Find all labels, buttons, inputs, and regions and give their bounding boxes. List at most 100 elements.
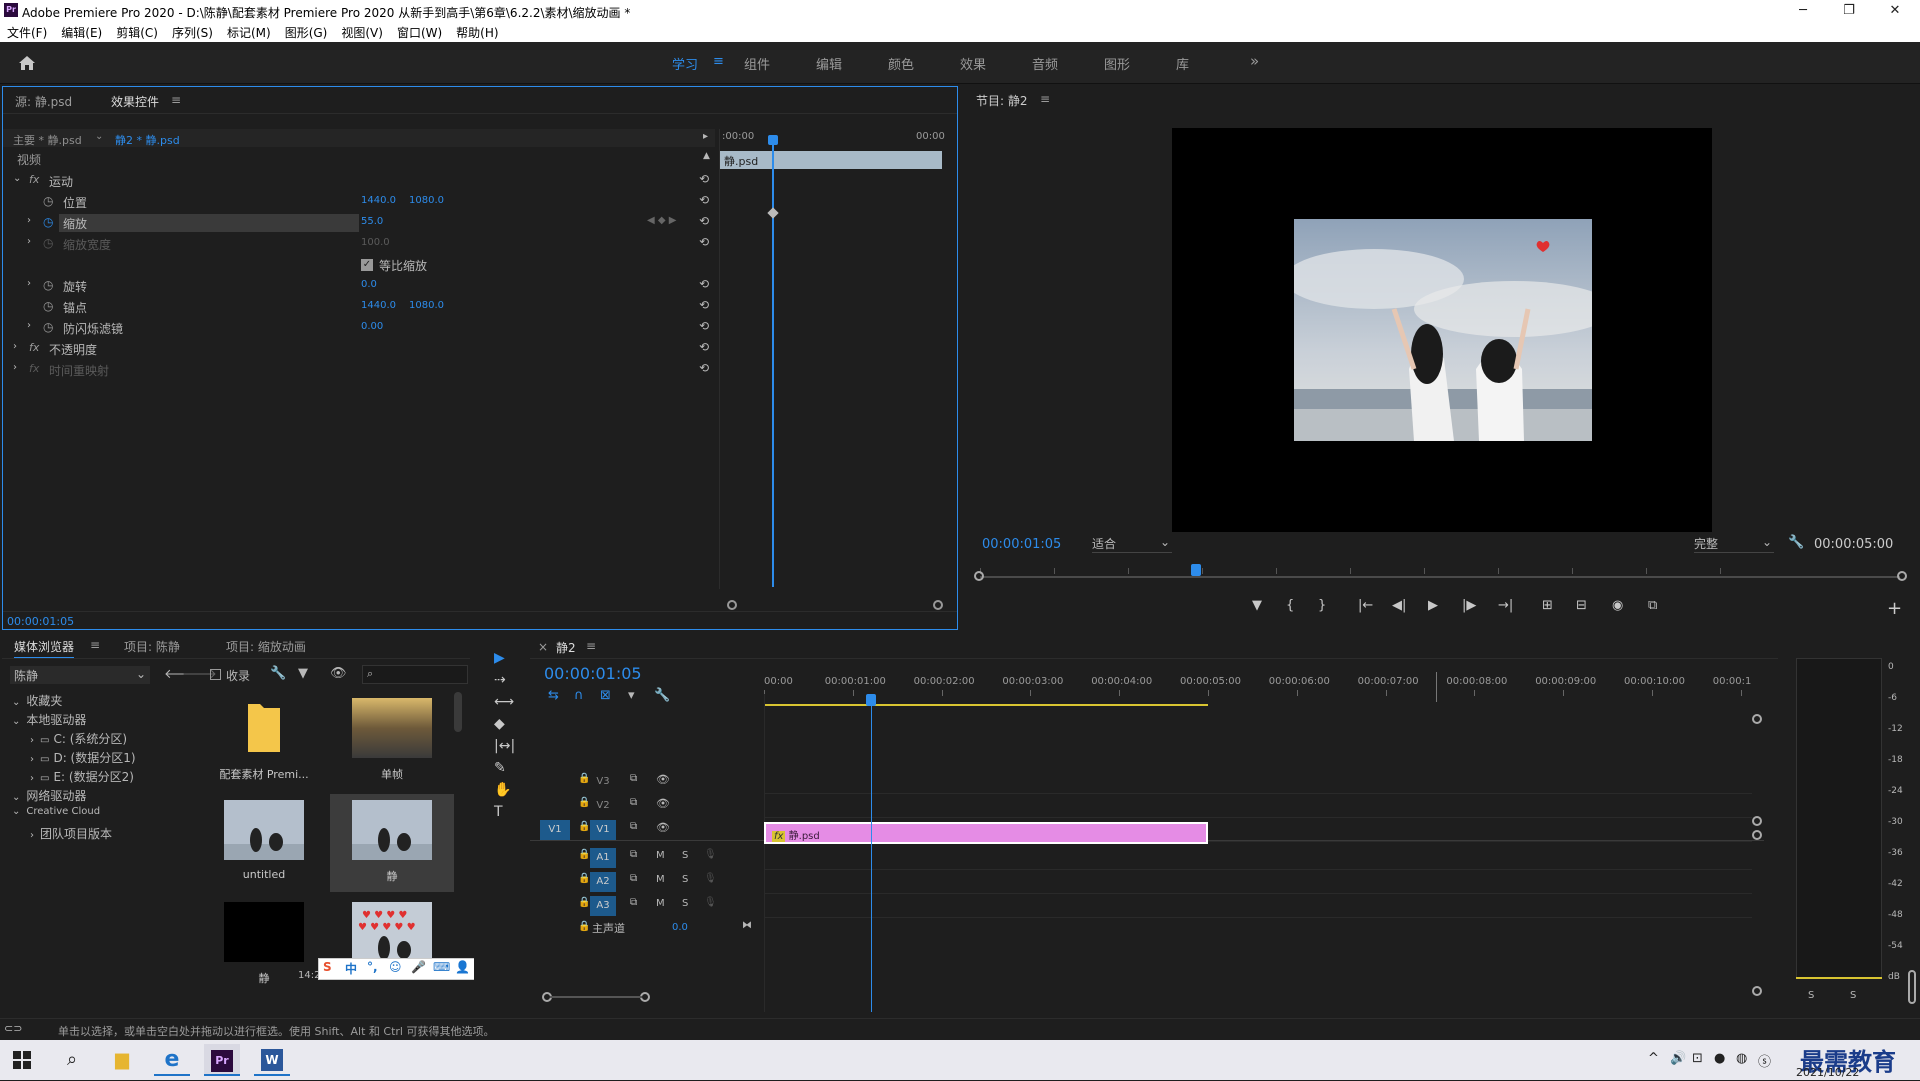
track-header-A2[interactable]: A2 — [590, 872, 616, 892]
menu-item-4[interactable]: 标记(M) — [220, 22, 278, 41]
ime-button-1[interactable]: 中 — [345, 960, 357, 977]
vscroll-handle[interactable] — [1752, 986, 1762, 996]
ingest-checkbox[interactable] — [210, 669, 221, 680]
source-patch-v1[interactable]: V1 — [540, 820, 570, 840]
master-end-icon[interactable]: ⧓ — [742, 920, 752, 931]
expand-arrow-icon[interactable]: ⌄ — [12, 716, 20, 727]
tool-6[interactable]: ✋ — [494, 782, 511, 798]
ime-button-0[interactable]: S — [323, 960, 332, 974]
tool-4[interactable]: |↔| — [494, 738, 515, 754]
meter-solo-right[interactable]: S — [1850, 990, 1856, 1001]
mic-icon[interactable]: 🎙 — [704, 873, 717, 884]
tool-7[interactable]: T — [494, 804, 503, 820]
nest-icon[interactable]: ⇆ — [548, 688, 559, 703]
transport-button-6[interactable]: |▶ — [1462, 598, 1476, 613]
transport-button-3[interactable]: |← — [1358, 598, 1373, 613]
expand-arrow-icon[interactable]: › — [30, 830, 34, 841]
tool-0[interactable]: ▶ — [494, 650, 505, 666]
sync-lock-icon[interactable]: ⧉ — [630, 773, 637, 784]
transport-button-8[interactable]: ⊞ — [1542, 598, 1553, 613]
stopwatch-icon[interactable]: ◷ — [43, 278, 53, 292]
video-frame[interactable] — [1172, 128, 1712, 532]
tree-item[interactable]: › ▭ D: (数据分区1) — [30, 749, 136, 766]
panel-menu-icon[interactable]: ≡ — [171, 93, 181, 107]
expand-arrow-icon[interactable]: ⌄ — [13, 173, 21, 184]
tray-icon-1[interactable]: 🔊 — [1670, 1051, 1686, 1066]
vscroll-handle[interactable] — [1752, 830, 1762, 840]
ime-button-4[interactable]: 🎤 — [411, 960, 426, 974]
solo-button[interactable]: S — [682, 898, 688, 909]
stopwatch-icon[interactable]: ◷ — [43, 215, 53, 229]
search-icon[interactable]: ⌕ — [54, 1044, 90, 1076]
expand-arrow-icon[interactable]: › — [27, 215, 31, 226]
timeline-clip[interactable]: fx 静.psd — [764, 822, 1208, 844]
filter-icon[interactable]: ▼ — [298, 666, 308, 681]
stopwatch-icon[interactable]: ◷ — [43, 299, 53, 313]
property-value-1[interactable]: 55.0 — [361, 216, 383, 227]
maximize-button[interactable]: ❐ — [1826, 0, 1872, 22]
effect-row[interactable]: ⌄ fx 运动 ⟲ — [3, 171, 715, 191]
timeline-timecode[interactable]: 00:00:01:05 — [544, 664, 642, 683]
property-value-2[interactable]: 1080.0 — [409, 300, 444, 311]
reset-icon[interactable]: ⟲ — [699, 277, 709, 291]
program-timecode[interactable]: 00:00:01:05 — [982, 537, 1061, 552]
timeline-playhead[interactable] — [870, 694, 872, 1012]
reset-icon[interactable]: ⟲ — [699, 172, 709, 186]
mic-icon[interactable]: 🎙 — [704, 897, 717, 908]
reset-icon[interactable]: ⟲ — [699, 319, 709, 333]
eye-icon[interactable]: 👁 — [330, 666, 347, 681]
search-input[interactable]: ⌕ — [362, 665, 468, 684]
effect-row[interactable]: › ◷ 缩放宽度 100.0 ⟲ — [3, 234, 715, 254]
expand-arrow-icon[interactable]: › — [30, 735, 34, 746]
timeline-playhead-handle[interactable] — [865, 694, 876, 706]
media-item[interactable]: 单帧 — [330, 692, 454, 790]
property-value-1[interactable]: 1440.0 — [361, 300, 396, 311]
tool-3[interactable]: ◆ — [494, 716, 505, 732]
expand-arrow-icon[interactable]: › — [30, 773, 34, 784]
workspace-tab-4[interactable]: 效果 — [960, 54, 986, 73]
tree-item[interactable]: ⌄ 网络驱动器 — [12, 787, 86, 804]
workspace-tab-6[interactable]: 图形 — [1104, 54, 1130, 73]
lock-icon[interactable]: 🔒 — [578, 873, 590, 884]
property-value-1[interactable]: 1440.0 — [361, 195, 396, 206]
scroll-up-icon[interactable]: ▲ — [703, 151, 710, 161]
meter-scrollbar[interactable] — [1908, 970, 1916, 1004]
premiere-taskbar-icon[interactable]: Pr — [204, 1044, 240, 1076]
program-scrubber[interactable] — [980, 576, 1900, 578]
tray-icon-5[interactable]: ⓢ — [1758, 1051, 1771, 1070]
effect-row[interactable]: ◷ 锚点 1440.0 1080.0 ⟲ — [3, 297, 715, 317]
add-marker-icon[interactable]: ▾ — [628, 688, 635, 703]
location-dropdown[interactable]: 陈静 ⌄ — [10, 666, 150, 684]
expand-arrow-icon[interactable]: › — [27, 320, 31, 331]
track-header-V3[interactable]: V3 — [590, 772, 616, 792]
transport-button-1[interactable]: { — [1286, 598, 1294, 613]
transport-button-4[interactable]: ◀| — [1392, 598, 1406, 613]
mute-button[interactable]: M — [656, 898, 665, 909]
sync-lock-icon[interactable]: ⧉ — [630, 797, 637, 808]
solo-button[interactable]: S — [682, 874, 688, 885]
property-value-1[interactable]: 0.00 — [361, 321, 383, 332]
expand-arrow-icon[interactable]: ▸ — [703, 131, 708, 142]
menu-item-7[interactable]: 窗口(W) — [390, 22, 449, 41]
effect-row[interactable]: › ◷ 防闪烁滤镜 0.00 ⟲ — [3, 318, 715, 338]
tree-item[interactable]: ⌄ 收藏夹 — [12, 692, 62, 709]
tray-icon-0[interactable]: ^ — [1648, 1051, 1659, 1066]
property-value-2[interactable]: 1080.0 — [409, 195, 444, 206]
add-button[interactable]: + — [1887, 598, 1902, 619]
tree-item[interactable]: ⌄ Creative Cloud — [12, 806, 100, 817]
windows-start-icon[interactable] — [4, 1044, 40, 1076]
close-button[interactable]: ✕ — [1872, 0, 1918, 22]
workspace-tab-5[interactable]: 音频 — [1032, 54, 1058, 73]
menu-item-6[interactable]: 视图(V) — [334, 22, 390, 41]
property-value-1[interactable]: 100.0 — [361, 237, 390, 248]
zoom-handle-right[interactable] — [933, 600, 943, 610]
eye-icon[interactable]: 👁 — [656, 797, 670, 810]
eye-icon[interactable]: 👁 — [656, 821, 670, 834]
eye-icon[interactable]: 👁 — [656, 773, 670, 786]
lock-icon[interactable]: 🔒 — [578, 849, 590, 860]
media-item[interactable]: 静 — [330, 794, 454, 892]
uniform-scale-checkbox[interactable]: ✓ — [361, 259, 373, 271]
effect-row[interactable]: › ◷ 缩放 55.0 ◀ ◆ ▶ ⟲ — [3, 213, 715, 233]
home-icon[interactable] — [16, 52, 38, 74]
tab-project-chenjing[interactable]: 项目: 陈静 — [124, 638, 180, 655]
